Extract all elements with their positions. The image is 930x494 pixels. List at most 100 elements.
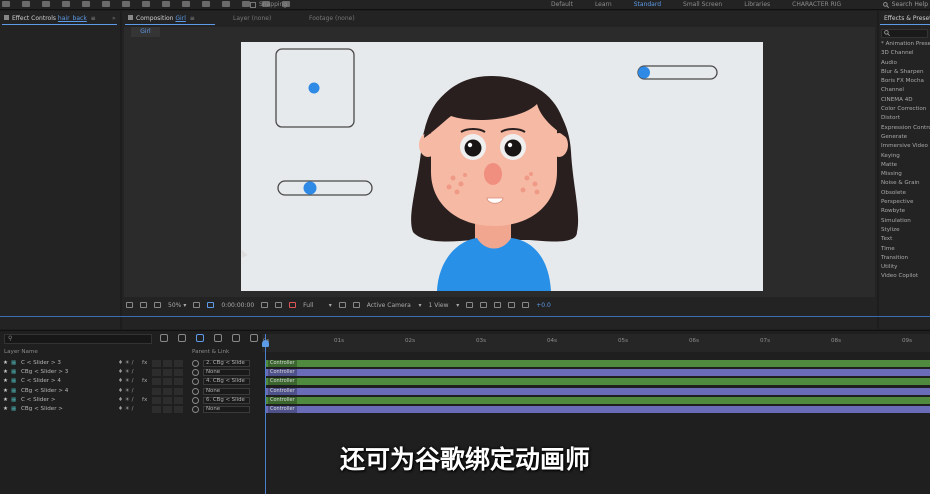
effects-category-item[interactable]: Keying bbox=[881, 152, 930, 161]
layer-fx-switch[interactable]: fx bbox=[142, 359, 147, 368]
home-icon[interactable] bbox=[2, 1, 10, 7]
layer-row[interactable]: ★ ▦ C < Slider > 3 ♦ ☀ / fx 2. CBg < Slide bbox=[0, 359, 262, 368]
color-channels-icon[interactable] bbox=[289, 302, 297, 308]
hand-tool-icon[interactable] bbox=[42, 1, 50, 7]
effects-category-item[interactable]: Audio bbox=[881, 59, 930, 68]
effects-category-item[interactable]: Matte bbox=[881, 161, 930, 170]
effects-category-item[interactable]: Blur & Sharpen bbox=[881, 68, 930, 77]
transparency-grid-icon[interactable] bbox=[352, 302, 360, 308]
motion-blur-icon[interactable] bbox=[232, 334, 240, 342]
always-preview-icon[interactable] bbox=[126, 302, 133, 308]
resize-icon[interactable] bbox=[193, 302, 201, 308]
parent-pick-whip-icon[interactable] bbox=[192, 369, 199, 377]
layer-name[interactable]: C < Slider > bbox=[21, 396, 56, 405]
layer-duration-bar[interactable]: Controller bbox=[265, 396, 930, 404]
workspace-standard[interactable]: Standard bbox=[623, 1, 672, 8]
search-help[interactable]: Search Help bbox=[882, 1, 928, 8]
snapshot-frame-icon[interactable] bbox=[207, 302, 215, 308]
layer-fx-switch[interactable]: fx bbox=[142, 396, 147, 405]
effects-category-item[interactable]: 3D Channel bbox=[881, 49, 930, 58]
screen-icon[interactable] bbox=[140, 302, 147, 308]
playhead-handle[interactable] bbox=[262, 340, 269, 347]
layer-switches[interactable]: ♦ ☀ / bbox=[118, 405, 133, 414]
shy-layers-icon[interactable] bbox=[196, 334, 204, 342]
rotate-tool-icon[interactable] bbox=[82, 1, 90, 7]
fast-preview-icon[interactable] bbox=[480, 302, 488, 308]
time-ruler[interactable] bbox=[262, 334, 930, 352]
layer-name[interactable]: CBg < Slider > 3 bbox=[21, 368, 68, 377]
reset-exposure-icon[interactable] bbox=[522, 302, 530, 308]
effects-category-item[interactable]: Boris FX Mocha bbox=[881, 77, 930, 86]
panel-menu-icon[interactable]: ≡ bbox=[188, 15, 195, 22]
layer-duration-bar[interactable]: Controller bbox=[265, 406, 930, 413]
layer-switches[interactable]: ♦ ☀ / bbox=[118, 396, 133, 405]
effects-category-item[interactable]: Distort bbox=[881, 114, 930, 123]
comp-breadcrumb-girl[interactable]: Girl bbox=[131, 27, 160, 37]
flowchart-icon[interactable] bbox=[508, 302, 516, 308]
shape-tool-icon[interactable] bbox=[142, 1, 150, 7]
parent-pick-whip-icon[interactable] bbox=[192, 406, 199, 413]
layer-row[interactable]: ★ ▦ CBg < Slider > ♦ ☀ / None bbox=[0, 405, 262, 414]
parent-dropdown[interactable]: None bbox=[203, 369, 250, 377]
layer-row[interactable]: ★ ▦ CBg < Slider > 4 ♦ ☀ / None bbox=[0, 387, 262, 396]
type-tool-icon[interactable] bbox=[182, 1, 190, 7]
panel-menu-icon[interactable]: ≡ bbox=[89, 15, 96, 22]
parent-pick-whip-icon[interactable] bbox=[192, 387, 199, 395]
eraser-tool-icon[interactable] bbox=[242, 1, 250, 7]
effects-category-item[interactable]: Immersive Video bbox=[881, 142, 930, 151]
effects-category-item[interactable]: CINEMA 4D bbox=[881, 96, 930, 105]
layer-duration-bar[interactable]: Controller bbox=[265, 378, 930, 386]
layer-name-column-header[interactable]: Layer Name bbox=[4, 349, 38, 355]
effects-search-input[interactable] bbox=[881, 29, 928, 38]
effects-category-item[interactable]: Video Copilot bbox=[881, 272, 930, 281]
layer-row[interactable]: ★ ▦ CBg < Slider > 3 ♦ ☀ / None bbox=[0, 368, 262, 377]
parent-dropdown[interactable]: 4. CBg < Slide bbox=[203, 378, 250, 386]
zoom-dropdown[interactable]: 50% ▾ bbox=[168, 302, 186, 309]
expand-panels-icon[interactable]: » bbox=[112, 13, 116, 24]
effects-category-item[interactable]: Noise & Grain bbox=[881, 179, 930, 188]
snapping-toggle[interactable]: Snapping bbox=[250, 1, 287, 8]
current-time[interactable]: 0:00:00:00 bbox=[221, 302, 254, 309]
snapping-checkbox[interactable] bbox=[250, 1, 256, 8]
resolution-dropdown[interactable]: Full ▾ bbox=[303, 302, 332, 309]
effects-category-item[interactable]: Utility bbox=[881, 263, 930, 272]
region-of-interest-icon[interactable] bbox=[338, 302, 346, 308]
draft-3d-icon[interactable] bbox=[178, 334, 186, 342]
effects-category-item[interactable]: * Animation Presets bbox=[881, 40, 930, 49]
frame-blending-icon[interactable] bbox=[214, 334, 222, 342]
parent-pick-whip-icon[interactable] bbox=[192, 378, 199, 386]
views-dropdown[interactable]: 1 View ▾ bbox=[429, 302, 460, 309]
pen-tool-icon[interactable] bbox=[162, 1, 170, 7]
workspace-character-rig[interactable]: CHARACTER RIG bbox=[781, 1, 852, 8]
effects-category-item[interactable]: Text bbox=[881, 235, 930, 244]
layer-switches[interactable]: ♦ ☀ / bbox=[118, 387, 133, 396]
layer-switch-boxes[interactable] bbox=[152, 369, 183, 377]
parent-pick-whip-icon[interactable] bbox=[192, 360, 199, 367]
effect-controls-tab[interactable]: Effect Controls hair_back ≡ bbox=[4, 13, 96, 24]
workspace-learn[interactable]: Learn bbox=[584, 1, 623, 8]
layer-fx-switch[interactable]: fx bbox=[142, 377, 147, 386]
parent-link-column-header[interactable]: Parent & Link bbox=[192, 349, 229, 355]
effects-category-item[interactable]: Simulation bbox=[881, 217, 930, 226]
show-snapshot-icon[interactable] bbox=[275, 302, 283, 308]
parent-pick-whip-icon[interactable] bbox=[192, 396, 199, 404]
parent-dropdown[interactable]: 6. CBg < Slide bbox=[203, 396, 250, 404]
brush-tool-icon[interactable] bbox=[202, 1, 210, 7]
effects-category-item[interactable]: Rowbyte bbox=[881, 207, 930, 216]
workspace-default[interactable]: Default bbox=[540, 1, 584, 8]
effects-category-item[interactable]: Time bbox=[881, 245, 930, 254]
layer-switches[interactable]: ♦ ☀ / bbox=[118, 359, 133, 368]
exposure-value[interactable]: +0.0 bbox=[536, 302, 551, 309]
layer-name[interactable]: C < Slider > 3 bbox=[21, 359, 61, 368]
composition-tab[interactable]: Composition Girl ≡ bbox=[128, 13, 195, 24]
effects-category-item[interactable]: Channel bbox=[881, 86, 930, 95]
layer-row[interactable]: ★ ▦ C < Slider > ♦ ☀ / fx 6. CBg < Slide bbox=[0, 396, 262, 405]
effects-category-item[interactable]: Perspective bbox=[881, 198, 930, 207]
layer-duration-bar[interactable]: Controller bbox=[265, 387, 930, 395]
timeline-icon[interactable] bbox=[494, 302, 502, 308]
layer-name[interactable]: C < Slider > 4 bbox=[21, 377, 61, 386]
layer-switch-boxes[interactable] bbox=[152, 378, 183, 386]
effects-category-item[interactable]: Obsolete bbox=[881, 189, 930, 198]
layer-duration-bar[interactable]: Controller bbox=[265, 369, 930, 377]
layer-switches[interactable]: ♦ ☀ / bbox=[118, 377, 133, 386]
